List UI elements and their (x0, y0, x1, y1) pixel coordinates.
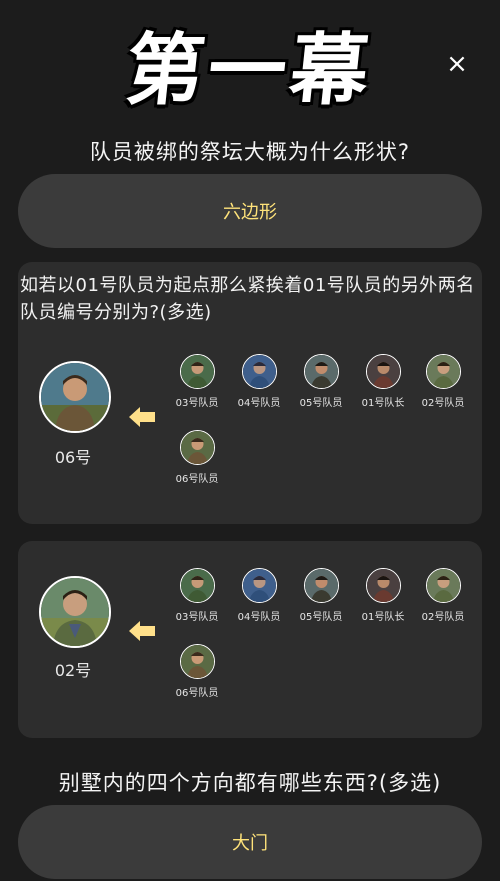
option-label: 02号队员 (421, 398, 465, 409)
option-label: 01号队长 (361, 398, 405, 409)
option-member-03[interactable]: 03号队员 (166, 568, 228, 623)
answer-1-label: 六边形 (223, 202, 277, 223)
option-member-02[interactable]: 02号队员 (412, 354, 474, 409)
question-3-text: 别墅内的四个方向都有哪些东西?(多选) (58, 771, 442, 795)
question-card-1: 如若以01号队员为起点那么紧挨着01号队员的另外两名队员编号分别为?(多选) 0… (18, 262, 482, 524)
question-2-text: 如若以01号队员为起点那么紧挨着01号队员的另外两名队员编号分别为?(多选) (20, 275, 475, 323)
selected-member-avatar[interactable] (39, 361, 111, 433)
option-member-01[interactable]: 01号队长 (352, 568, 414, 623)
option-label: 02号队员 (421, 612, 465, 623)
option-member-04[interactable]: 04号队员 (228, 354, 290, 409)
page-title: 第一幕 (121, 26, 377, 116)
option-member-01[interactable]: 01号队长 (352, 354, 414, 409)
arrow-left-icon (129, 407, 155, 427)
option-label: 06号队员 (175, 688, 219, 699)
option-member-04[interactable]: 04号队员 (228, 568, 290, 623)
option-label: 04号队员 (237, 398, 281, 409)
selected-member-label: 06号 (54, 448, 92, 467)
selected-member-label: 02号 (54, 661, 92, 680)
question-card-2: 02号 03号队员 04号队员 05号队员 01号队长 02号队员 06号队员 (18, 541, 482, 738)
close-icon[interactable]: × (445, 51, 469, 77)
question-1-text: 队员被绑的祭坛大概为什么形状? (89, 140, 411, 164)
option-member-02[interactable]: 02号队员 (412, 568, 474, 623)
answer-3-label: 大门 (232, 833, 268, 854)
option-label: 03号队员 (175, 398, 219, 409)
option-member-06[interactable]: 06号队员 (166, 644, 228, 699)
option-label: 06号队员 (175, 474, 219, 485)
option-label: 05号队员 (299, 612, 343, 623)
selected-member-avatar[interactable] (39, 576, 111, 648)
option-label: 05号队员 (299, 398, 343, 409)
option-member-06[interactable]: 06号队员 (166, 430, 228, 485)
answer-1-button[interactable]: 六边形 (18, 174, 482, 248)
option-member-05[interactable]: 05号队员 (290, 354, 352, 409)
option-member-03[interactable]: 03号队员 (166, 354, 228, 409)
answer-3-button[interactable]: 大门 (18, 805, 482, 879)
option-label: 01号队长 (361, 612, 405, 623)
option-label: 03号队员 (175, 612, 219, 623)
option-member-05[interactable]: 05号队员 (290, 568, 352, 623)
option-label: 04号队员 (237, 612, 281, 623)
arrow-left-icon (129, 621, 155, 641)
